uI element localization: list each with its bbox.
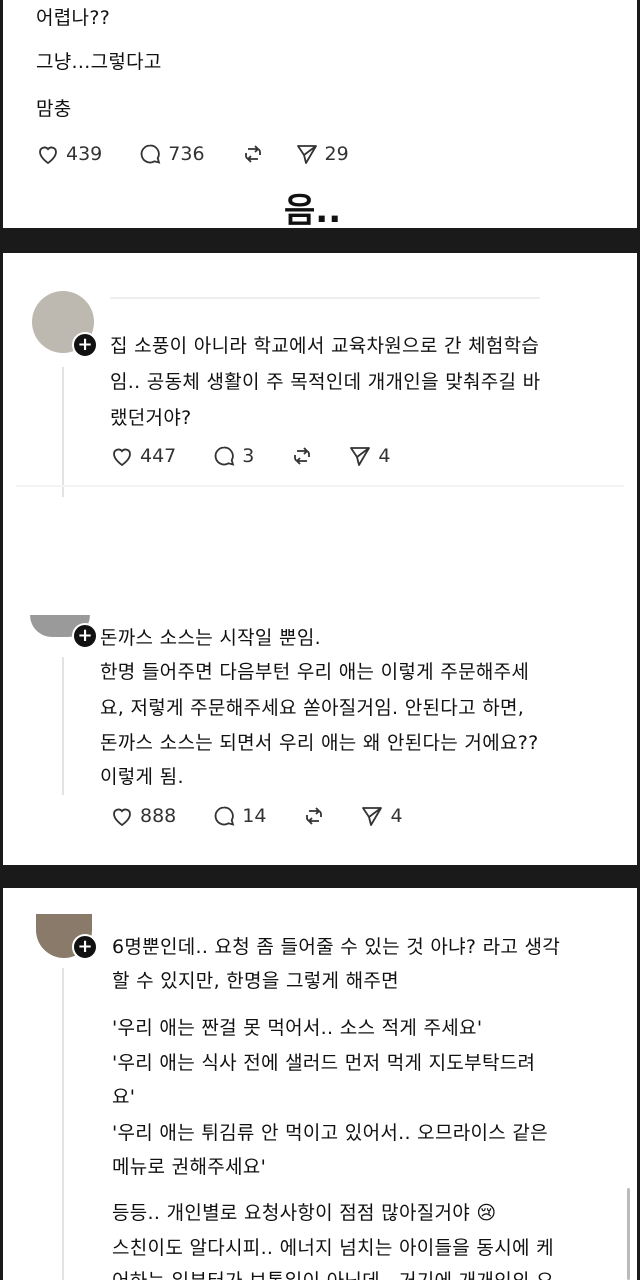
thread-line — [62, 968, 64, 1280]
like-count: 447 — [140, 445, 177, 467]
share-button[interactable]: 4 — [348, 444, 390, 468]
comment-button[interactable]: 736 — [138, 142, 205, 166]
comment-count: 14 — [242, 805, 267, 827]
like-button[interactable]: 447 — [110, 444, 176, 468]
comment-icon — [140, 144, 161, 164]
send-icon — [350, 447, 371, 466]
scrollbar[interactable] — [627, 1188, 630, 1280]
share-button[interactable]: 4 — [360, 804, 403, 828]
post-panel-3: + 6명뿐인데.. 요청 좀 들어줄 수 있는 것 아냐? 라고 생각 할 수 … — [0, 888, 640, 1280]
follow-button[interactable]: + — [72, 934, 98, 960]
like-button[interactable]: 439 — [36, 142, 102, 166]
heart-icon — [113, 448, 131, 467]
share-count: 4 — [390, 805, 403, 827]
cropped-header — [110, 297, 540, 299]
caption-text: 음.. — [284, 191, 342, 228]
post-text-line: 어렵나?? — [36, 7, 111, 29]
follow-button[interactable]: + — [72, 623, 98, 649]
comment-text-line: '우리 애는 식사 전에 샐러드 먼저 먹게 지도부탁드려 — [112, 1052, 536, 1074]
like-count: 439 — [66, 143, 103, 165]
comment-icon — [214, 806, 235, 826]
post-actions: 439 736 29 — [36, 142, 385, 166]
comment-text-line: 스친이도 알다시피.. 에너지 넘치는 아이들을 동시에 케 — [112, 1237, 554, 1259]
post-panel-1: 어렵나?? 그냥...그렇다고 맘충 439 736 29 음.. — [0, 0, 640, 228]
comment-text-line: 메뉴로 권해주세요' — [112, 1156, 267, 1178]
repost-icon — [294, 447, 311, 465]
comment-count: 736 — [168, 143, 205, 165]
repost-button[interactable] — [290, 444, 320, 468]
comment-text-line: 할 수 있지만, 한명을 그렇게 해주면 — [112, 970, 399, 992]
comment-text-line: 요, 저렇게 주문해주세요 쏟아질거임. 안된다고 하면, — [100, 697, 525, 719]
panel-border-left — [0, 0, 3, 228]
post-text-line: 그냥...그렇다고 — [36, 51, 162, 73]
comment-text-line: '우리 애는 튀김류 안 먹이고 있어서.. 오므라이스 같은 — [112, 1122, 548, 1144]
comment-button[interactable]: 14 — [212, 804, 266, 828]
thread-line — [62, 657, 64, 795]
comment-text-line: 등등.. 개인별로 요청사항이 점점 많아질거야 😢 — [112, 1202, 497, 1224]
send-icon — [362, 807, 383, 826]
comment-icon — [214, 446, 235, 466]
heart-icon — [39, 146, 57, 165]
divider — [16, 485, 624, 487]
comment-count: 3 — [242, 445, 255, 467]
share-count: 4 — [378, 445, 391, 467]
comment-text-line: 이렇게 됨. — [100, 766, 184, 788]
comment-actions: 447 3 4 — [110, 444, 426, 468]
comment-text-line: 임.. 공동체 생활이 주 목적인데 개개인을 맞춰주길 바 — [110, 371, 541, 393]
panel-border-left — [0, 253, 3, 865]
send-icon — [296, 145, 317, 164]
like-count: 888 — [140, 805, 177, 827]
share-button[interactable]: 29 — [295, 142, 349, 166]
repost-icon — [306, 807, 323, 825]
comment-text-line: 집 소풍이 아니라 학교에서 교육차원으로 간 체험학습 — [110, 335, 540, 357]
comment-button[interactable]: 3 — [212, 444, 254, 468]
heart-icon — [113, 808, 131, 827]
post-text-line: 맘충 — [36, 98, 72, 120]
comment-text-line: 한명 들어주면 다음부턴 우리 애는 이렇게 주문해주세 — [100, 661, 530, 683]
comment-text-line: 돈까스 소스는 되면서 우리 애는 왜 안된다는 거에요?? — [100, 732, 539, 754]
panel-border-left — [0, 888, 3, 1280]
repost-button[interactable] — [241, 142, 271, 166]
comment-text-line: 6명뿐인데.. 요청 좀 들어줄 수 있는 것 아냐? 라고 생각 — [112, 936, 561, 958]
follow-button[interactable]: + — [72, 332, 98, 358]
share-count: 29 — [324, 143, 349, 165]
repost-button[interactable] — [302, 804, 332, 828]
comment-text-line: 랬던거야? — [110, 407, 192, 429]
repost-icon — [244, 145, 261, 163]
comment-text-line: 요' — [112, 1086, 136, 1108]
like-button[interactable]: 888 — [110, 804, 176, 828]
post-panel-2: + 집 소풍이 아니라 학교에서 교육차원으로 간 체험학습 임.. 공동체 생… — [0, 253, 640, 865]
comment-text-line: 돈까스 소스는 시작일 뿐임. — [100, 627, 321, 649]
thread-line — [62, 367, 64, 497]
comment-text-line: 어하는 일부터가 보통일이 아닌데.. 거기에 개개인의 요 — [112, 1266, 554, 1280]
comment-text-line: '우리 애는 짠걸 못 먹어서.. 소스 적게 주세요' — [112, 1017, 483, 1039]
comment-actions: 888 14 4 — [110, 804, 439, 828]
